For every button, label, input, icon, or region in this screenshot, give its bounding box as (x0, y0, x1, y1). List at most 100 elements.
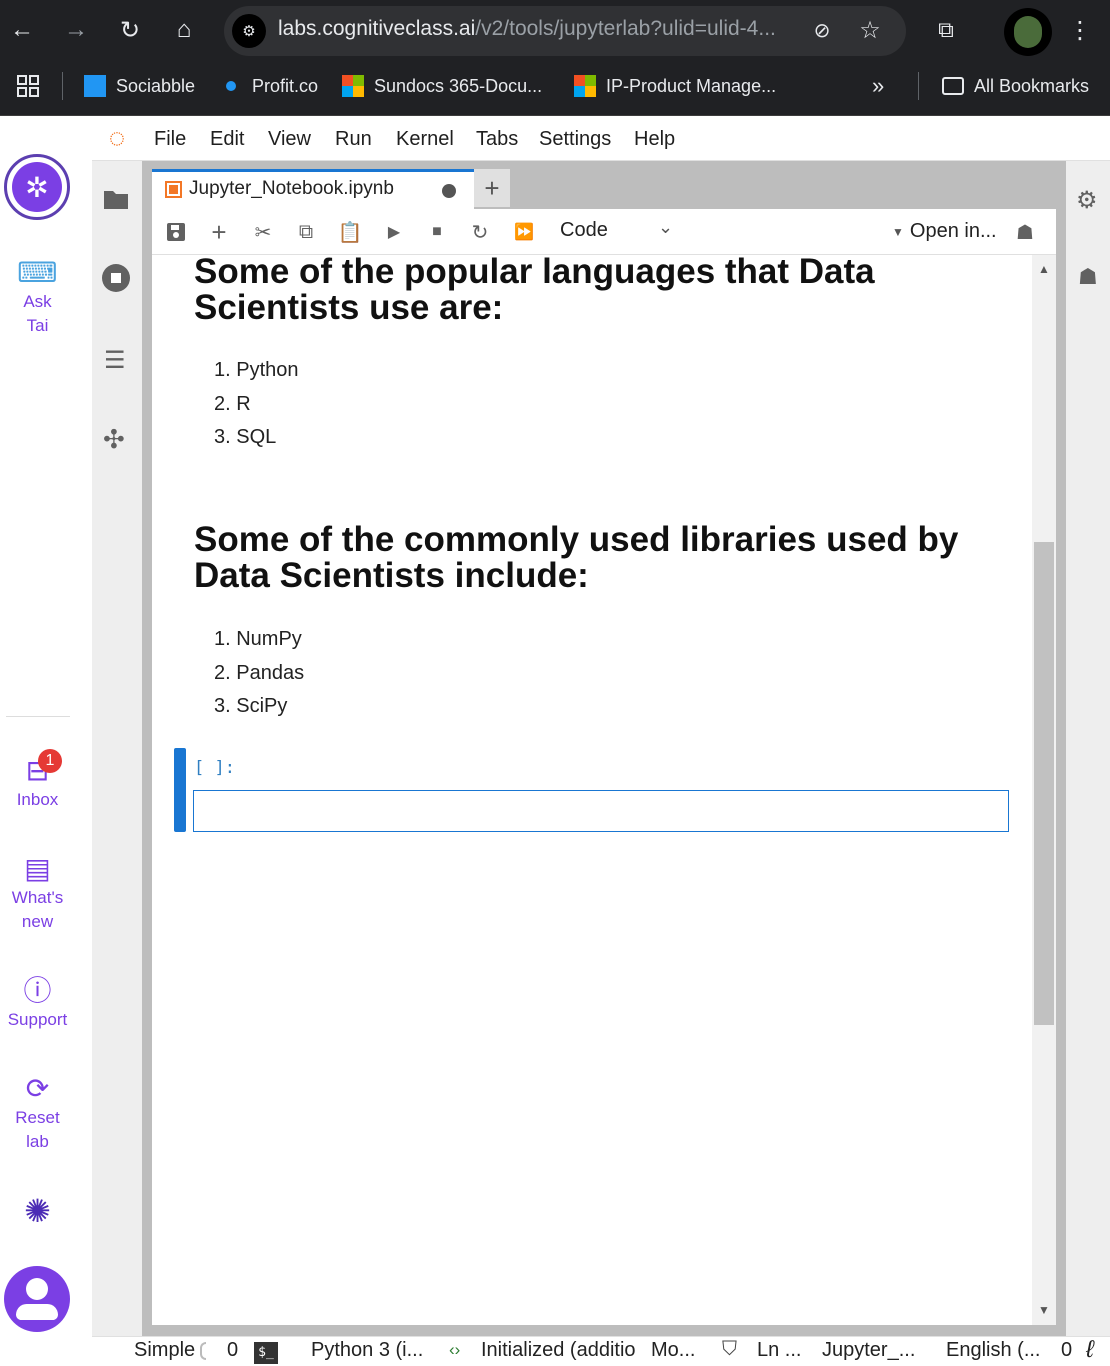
new-label: new (21, 912, 54, 931)
property-inspector-gears-icon[interactable]: ⚙ (1076, 186, 1098, 215)
reload-icon[interactable]: ↻ (110, 10, 150, 50)
more-bookmarks-button[interactable]: » (872, 73, 884, 99)
debugger-toggle-icon[interactable]: ☗ (1016, 220, 1034, 245)
menu-edit[interactable]: Edit (210, 128, 244, 151)
bookmark-label: IP-Product Manage... (606, 75, 777, 96)
eye-slash-icon[interactable]: ⊘ (802, 10, 842, 50)
table-of-contents-icon[interactable]: ☰ (104, 346, 126, 375)
scroll-up-arrow-icon[interactable]: ▲ (1038, 262, 1050, 276)
restart-icon[interactable]: ↻ (466, 220, 494, 244)
languages-list: 1. Python 2. R 3. SQL (214, 355, 299, 456)
paste-icon[interactable]: 📋 (336, 220, 364, 244)
notebook-icon-fill (169, 185, 178, 194)
tai-label: Tai (26, 316, 49, 335)
whats-label: What's (11, 888, 64, 907)
sociabble-icon (84, 75, 106, 97)
terminals-count: 0 (227, 1339, 239, 1361)
inbox-label: Inbox (16, 790, 59, 809)
save-icon[interactable] (162, 220, 190, 244)
menu-settings[interactable]: Settings (539, 128, 611, 151)
question-circle-icon: ⓘ (23, 975, 52, 1006)
bookmarks-divider (62, 72, 63, 100)
terminal-icon[interactable]: $_ (254, 1342, 278, 1364)
notebook-file-icon (165, 181, 182, 198)
bookmark-label: Sociabble (116, 75, 196, 96)
skills-network-logo[interactable]: ✲ (4, 154, 70, 220)
theme-sun-icon[interactable]: ✺ (0, 1192, 75, 1230)
menu-tabs[interactable]: Tabs (476, 128, 518, 151)
open-in-button[interactable]: ▼ Open in... (892, 220, 997, 243)
notification-count: 0 (1061, 1339, 1073, 1361)
notebook-tab[interactable]: Jupyter_Notebook.ipynb (152, 169, 474, 209)
user-head-icon (26, 1278, 48, 1300)
bookmark-label: Profit.co (252, 75, 319, 96)
back-arrow-icon[interactable]: ← (2, 10, 42, 50)
cell-type-select[interactable]: Code ⌄ (560, 217, 680, 245)
bookmarks-divider (918, 72, 919, 100)
url-text[interactable]: labs.cognitiveclass.ai/v2/tools/jupyterl… (278, 17, 788, 41)
jupyter-left-sidebar (92, 161, 142, 1336)
stop-icon[interactable]: ■ (423, 220, 451, 244)
cut-icon[interactable]: ✂ (249, 220, 277, 244)
notifications-bell-icon[interactable]: ℓ (1086, 1336, 1094, 1364)
menu-view[interactable]: View (268, 128, 311, 151)
copy-icon[interactable]: ⧉ (292, 220, 320, 244)
fast-forward-icon[interactable]: ⏩ (510, 220, 538, 244)
profit-icon (226, 81, 236, 91)
tab-title: Jupyter_Notebook.ipynb (189, 178, 394, 199)
support-button[interactable]: ⓘ Support (0, 974, 75, 1032)
bookmark-sundocs[interactable]: Sundocs 365-Docu... (342, 73, 542, 99)
add-cell-icon[interactable]: + (205, 217, 233, 247)
bookmark-profit[interactable]: Profit.co (226, 73, 318, 99)
inbox-badge: 1 (38, 749, 62, 773)
menu-help[interactable]: Help (634, 128, 675, 151)
unsaved-dot-icon[interactable] (442, 184, 456, 198)
simple-toggle[interactable] (200, 1342, 206, 1360)
profile-avatar[interactable] (1004, 8, 1052, 56)
menu-file[interactable]: File (154, 128, 186, 151)
spellcheck-language[interactable]: English (... (946, 1339, 1040, 1362)
ask-tai-button[interactable]: ⌨ Ask Tai (0, 256, 75, 338)
debugger-bug-icon[interactable]: ☗ (1078, 264, 1098, 290)
bookmark-ip-product[interactable]: IP-Product Manage... (574, 73, 776, 99)
cell-prompt: [ ]: (194, 758, 235, 778)
kernel-status[interactable]: Python 3 (i... (311, 1339, 423, 1362)
folder-icon[interactable] (103, 188, 129, 210)
list-item: 1. NumPy (214, 628, 302, 650)
forward-arrow-icon[interactable]: → (56, 10, 96, 50)
scroll-down-arrow-icon[interactable]: ▼ (1038, 1303, 1050, 1317)
apps-grid-icon[interactable] (16, 74, 40, 98)
home-icon[interactable]: ⌂ (164, 10, 204, 50)
cell-type-value: Code (560, 219, 608, 241)
menu-kernel[interactable]: Kernel (396, 128, 454, 151)
line-column-status[interactable]: Ln ... (757, 1339, 801, 1362)
reset-lab-button[interactable]: ⟳ Reset lab (0, 1072, 75, 1154)
extensions-icon[interactable]: ⧉ (926, 10, 966, 50)
user-avatar[interactable] (4, 1266, 70, 1332)
kebab-menu-icon[interactable]: ⋮ (1060, 10, 1100, 50)
all-bookmarks-button[interactable]: All Bookmarks (942, 73, 1089, 99)
open-in-label: Open in... (909, 220, 997, 242)
simple-mode-label: Simple (134, 1339, 196, 1361)
lab-label: lab (26, 1132, 49, 1151)
list-item: 3. SQL (214, 426, 277, 448)
all-bookmarks-label: All Bookmarks (974, 75, 1090, 96)
extension-puzzle-icon[interactable]: ✣ (103, 424, 125, 455)
star-icon[interactable]: ☆ (850, 10, 890, 50)
list-item: 2. Pandas (214, 661, 305, 684)
user-body-icon (16, 1304, 58, 1320)
markdown-heading-libraries: Some of the commonly used libraries used… (194, 522, 1014, 594)
menu-run[interactable]: Run (335, 128, 372, 151)
code-cell-input[interactable] (193, 790, 1009, 832)
running-kernels-icon[interactable] (102, 264, 130, 292)
scrollbar-thumb[interactable] (1034, 542, 1054, 1025)
new-tab-button[interactable]: + (474, 169, 510, 207)
whats-new-button[interactable]: ▤ What's new (0, 852, 75, 934)
site-info-icon[interactable]: ⚙ (232, 14, 266, 48)
run-icon[interactable]: ▶ (380, 220, 408, 244)
tree-icon: ✲ (12, 162, 62, 212)
jupyter-logo-icon: ◌ (108, 122, 126, 153)
lsp-status[interactable]: Initialized (additio (481, 1339, 636, 1362)
bookmark-sociabble[interactable]: Sociabble (84, 73, 195, 99)
sidebar-divider (6, 716, 70, 717)
